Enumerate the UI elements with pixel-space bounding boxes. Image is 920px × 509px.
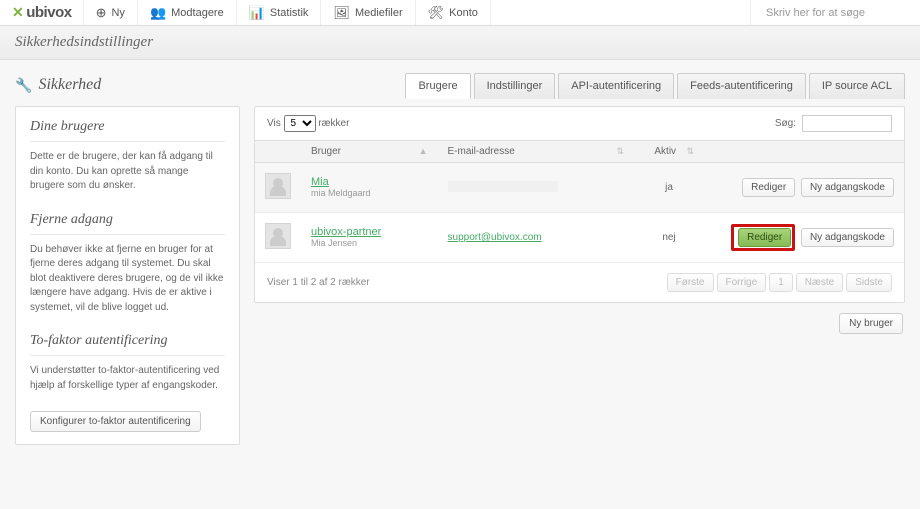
nav-ny[interactable]: ⊕Ny: [83, 0, 138, 25]
avatar: [265, 173, 291, 199]
edit-button[interactable]: Rediger: [738, 228, 791, 247]
page-subtitle: Sikkerhedsindstillinger: [0, 26, 920, 60]
col-user: Bruger▲: [301, 141, 438, 163]
rows-select[interactable]: 5: [284, 115, 316, 132]
user-name-link[interactable]: Mia: [311, 176, 329, 188]
sidebar-heading-users: Dine brugere: [30, 119, 225, 142]
new-password-button[interactable]: Ny adgangskode: [801, 178, 894, 197]
showing-text: Viser 1 til 2 af 2 rækker: [267, 277, 370, 288]
email-redacted: [448, 181, 558, 192]
tab-ip-acl[interactable]: IP source ACL: [809, 73, 905, 99]
col-active: Aktiv⇅: [634, 141, 704, 163]
email-link[interactable]: support@ubivox.com: [448, 232, 542, 243]
table-controls: Vis 5 rækker Søg:: [255, 107, 904, 140]
pager: Første Forrige 1 Næste Sidste: [667, 273, 892, 292]
plus-circle-icon: ⊕: [96, 5, 107, 21]
pager-next[interactable]: Næste: [796, 273, 843, 292]
sidebar-body-users: Dette er de brugere, der kan få adgang t…: [30, 150, 225, 194]
tab-brugere[interactable]: Brugere: [405, 73, 470, 99]
col-email: E-mail-adresse⇅: [438, 141, 634, 163]
page-title: Sikkerhed: [38, 76, 101, 94]
highlight-box: Rediger: [731, 224, 795, 251]
table-row: Miamia Meldgaard ja Rediger Ny adgangsko…: [255, 163, 904, 213]
active-cell: nej: [634, 213, 704, 263]
user-sub: mia Meldgaard: [311, 188, 371, 198]
tab-feeds-auth[interactable]: Feeds-autentificering: [677, 73, 806, 99]
tab-indstillinger[interactable]: Indstillinger: [474, 73, 556, 99]
nav-konto[interactable]: 🛠Konto: [415, 0, 491, 25]
search-label: Søg:: [775, 118, 796, 129]
top-nav: ⊕Ny 👥Modtagere 📊Statistik 🖼Mediefiler 🛠K…: [84, 0, 491, 25]
logo-icon: ✕: [12, 4, 23, 21]
new-password-button[interactable]: Ny adgangskode: [801, 228, 894, 247]
topbar: ✕ ubivox ⊕Ny 👥Modtagere 📊Statistik 🖼Medi…: [0, 0, 920, 26]
active-cell: ja: [634, 163, 704, 213]
chart-icon: 📊: [249, 5, 265, 21]
people-icon: 👥: [150, 5, 166, 21]
tools-icon: 🛠: [428, 5, 445, 21]
rows-label: rækker: [318, 118, 349, 129]
wrench-icon: 🔧: [15, 77, 32, 94]
global-search[interactable]: Skriv her for at søge: [750, 0, 920, 25]
sort-icon[interactable]: ⇅: [686, 146, 694, 157]
sidebar-heading-2fa: To-faktor autentificering: [30, 333, 225, 356]
show-label: Vis: [267, 118, 281, 129]
sidebar: Dine brugere Dette er de brugere, der ka…: [15, 106, 240, 445]
image-icon: 🖼: [333, 5, 350, 21]
user-name-link[interactable]: ubivox-partner: [311, 226, 381, 238]
tabs: Brugere Indstillinger API-autentificerin…: [402, 72, 905, 98]
logo-text: ubivox: [26, 4, 71, 21]
avatar: [265, 223, 291, 249]
pager-last[interactable]: Sidste: [846, 273, 892, 292]
table-row: ubivox-partnerMia Jensen support@ubivox.…: [255, 213, 904, 263]
users-panel: Vis 5 rækker Søg: Bruger▲ E-mail-adresse…: [254, 106, 905, 303]
sidebar-body-remove: Du behøver ikke at fjerne en bruger for …: [30, 243, 225, 316]
sidebar-body-2fa: Vi understøtter to-faktor-autentificerin…: [30, 364, 225, 393]
pager-page-1[interactable]: 1: [769, 273, 793, 292]
nav-statistik[interactable]: 📊Statistik: [236, 0, 322, 25]
new-user-button[interactable]: Ny bruger: [839, 313, 903, 334]
pager-first[interactable]: Første: [667, 273, 714, 292]
configure-2fa-button[interactable]: Konfigurer to-faktor autentificering: [30, 411, 201, 432]
user-sub: Mia Jensen: [311, 238, 357, 248]
nav-modtagere[interactable]: 👥Modtagere: [137, 0, 237, 25]
edit-button[interactable]: Rediger: [742, 178, 795, 197]
sidebar-heading-remove: Fjerne adgang: [30, 212, 225, 235]
pager-prev[interactable]: Forrige: [717, 273, 767, 292]
logo[interactable]: ✕ ubivox: [0, 4, 84, 21]
sort-icon[interactable]: ⇅: [616, 146, 624, 157]
table-footer: Viser 1 til 2 af 2 rækker Første Forrige…: [255, 263, 904, 302]
sort-icon[interactable]: ▲: [419, 146, 428, 156]
users-table: Bruger▲ E-mail-adresse⇅ Aktiv⇅ Miamia Me…: [255, 140, 904, 263]
table-search-input[interactable]: [802, 115, 892, 132]
title-row: 🔧 Sikkerhed Brugere Indstillinger API-au…: [15, 72, 905, 98]
tab-api-auth[interactable]: API-autentificering: [558, 73, 674, 99]
nav-mediefiler[interactable]: 🖼Mediefiler: [320, 0, 415, 25]
